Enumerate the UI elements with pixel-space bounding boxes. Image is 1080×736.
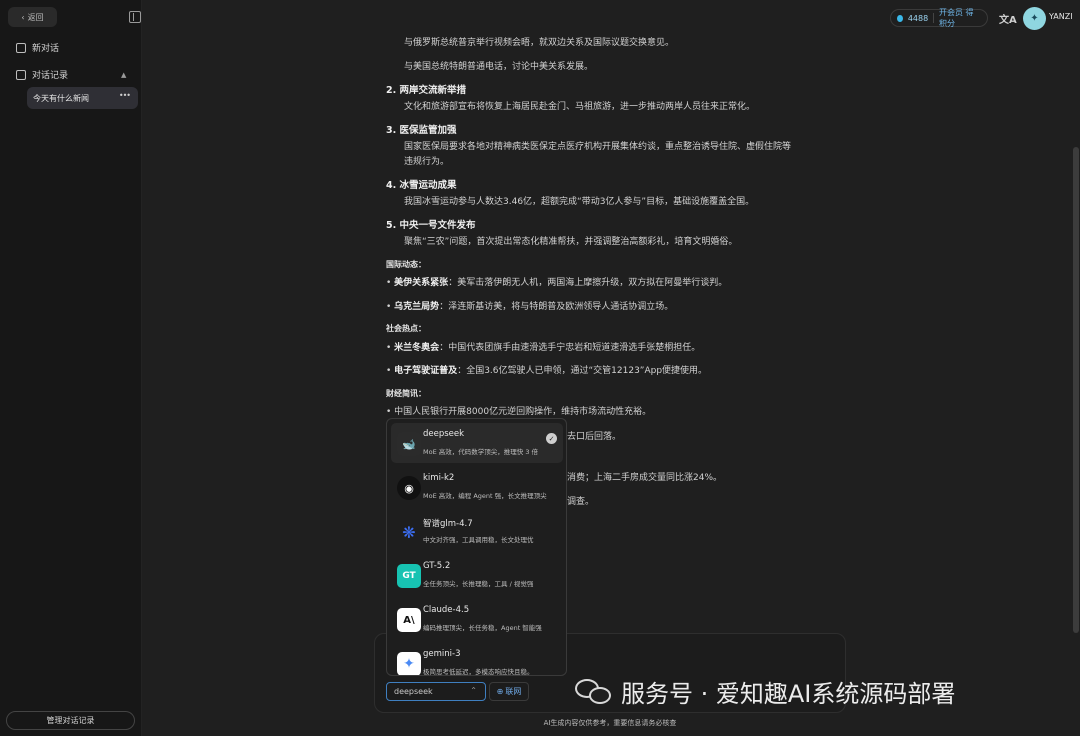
sidebar-toggle-icon[interactable] bbox=[129, 11, 141, 23]
model-select-value: deepseek bbox=[394, 687, 433, 696]
list-item-bold: 米兰冬奥会 bbox=[394, 343, 440, 353]
zhipu-icon: ❋ bbox=[402, 522, 416, 542]
list-item-text: ：美军击落伊朗无人机，两国海上摩擦升级，双方拟在阿曼举行谈判。 bbox=[448, 278, 728, 288]
model-desc: 中文对齐强，工具调用稳，长文处理优 bbox=[423, 536, 534, 544]
subsection-title: 财经简讯： bbox=[386, 389, 426, 398]
subsection-title: 社会热点： bbox=[386, 324, 426, 333]
gt-icon: GT bbox=[397, 564, 421, 588]
divider bbox=[933, 13, 934, 23]
watermark-text: 服务号 · 爱知趣AI系统源码部署 bbox=[621, 680, 956, 708]
web-search-label: 联网 bbox=[505, 687, 522, 696]
avatar[interactable]: ✦ bbox=[1023, 7, 1046, 30]
model-name: deepseek bbox=[423, 429, 465, 439]
list-item-text: ：全国3.6亿驾驶人已申领，通过“交管12123”App便捷使用。 bbox=[457, 366, 708, 376]
globe-icon: ⊕ bbox=[496, 687, 504, 696]
check-icon: ✓ bbox=[546, 433, 557, 444]
back-button[interactable]: ‹ 返回 bbox=[8, 7, 57, 27]
list-item-text: 中国人民银行开展8000亿元逆回购操作，维持市场流动性充裕。 bbox=[394, 407, 652, 417]
disclaimer: AI生成内容仅供参考，重要信息请务必核查 bbox=[543, 719, 677, 727]
history-item-label: 今天有什么新闻 bbox=[33, 93, 89, 103]
credits-count: 4488 bbox=[907, 13, 929, 23]
credits-badge[interactable]: 4488 开会员 得积分 bbox=[890, 7, 988, 29]
wechat-icon bbox=[575, 677, 615, 707]
document-icon bbox=[16, 69, 26, 80]
sidebar: ‹ 返回 新对话 对话记录 ▲ 今天有什么新闻 ••• 管理对话记录 bbox=[0, 0, 142, 736]
partial-text: 调查。 bbox=[567, 497, 595, 507]
gemini-icon: ✦ bbox=[397, 652, 421, 675]
list-item: • 乌克兰局势：泽连斯基访美，将与特朗普及欧洲领导人通话协调立场。 bbox=[386, 302, 674, 312]
paragraph: 国家医保局要求各地对精神病类医保定点医疗机构开展集体约谈，重点整治诱导住院、虚假… bbox=[404, 142, 792, 152]
paragraph: 聚焦“三农”问题，首次提出常态化精准帮扶，并强调整治高额彩礼，培育文明婚俗。 bbox=[404, 237, 738, 247]
model-desc: MoE 高效，编程 Agent 强，长文推理顶尖 bbox=[423, 492, 547, 500]
list-item: • 米兰冬奥会：中国代表团旗手由速滑选手宁忠岩和短道速滑选手张楚桐担任。 bbox=[386, 343, 701, 353]
section-heading: 2. 两岸交流新举措 bbox=[386, 85, 467, 96]
list-item-text: ：泽连斯基访美，将与特朗普及欧洲领导人通话协调立场。 bbox=[439, 302, 674, 312]
model-desc: MoE 高效，代码数学顶尖，推理快 3 倍 bbox=[423, 448, 539, 456]
member-link[interactable]: 开会员 得积分 bbox=[939, 7, 981, 29]
list-item-bold: 美伊关系紧张 bbox=[394, 278, 449, 288]
anthropic-icon: A\ bbox=[397, 608, 421, 632]
section-heading: 5. 中央一号文件发布 bbox=[386, 220, 476, 231]
new-chat-button[interactable]: 新对话 bbox=[16, 41, 59, 54]
model-option-gemini[interactable]: ✦ gemini-3 极简思考低延迟，多模态响应快且稳。 bbox=[391, 643, 563, 676]
chevron-up-icon[interactable]: ▲ bbox=[121, 71, 126, 79]
model-desc: 编码推理顶尖，长任务稳，Agent 智能强 bbox=[423, 624, 542, 632]
model-desc: 极简思考低延迟，多模态响应快且稳。 bbox=[423, 668, 534, 676]
model-name: Claude-4.5 bbox=[423, 605, 470, 615]
chevron-left-icon: ‹ bbox=[21, 12, 25, 22]
subsection-title: 国际动态： bbox=[386, 260, 426, 269]
model-dropdown-menu: 🐋 deepseek MoE 高效，代码数学顶尖，推理快 3 倍 ✓ ◉ kim… bbox=[386, 418, 567, 676]
model-select[interactable]: deepseek ⌃ bbox=[386, 682, 486, 701]
kimi-icon: ◉ bbox=[397, 476, 421, 500]
chevron-up-icon: ⌃ bbox=[470, 686, 477, 695]
history-toggle[interactable]: 对话记录 bbox=[16, 68, 68, 81]
model-name: 智谱glm-4.7 bbox=[423, 519, 473, 529]
paragraph: 我国冰雪运动参与人数达3.46亿，超额完成“带动3亿人参与”目标，基础设施覆盖全… bbox=[404, 197, 755, 207]
partial-text: 消费；上海二手房成交量同比涨24%。 bbox=[567, 473, 723, 483]
model-name: kimi-k2 bbox=[423, 473, 455, 483]
list-item-bold: 乌克兰局势 bbox=[394, 302, 440, 312]
new-chat-label: 新对话 bbox=[32, 44, 60, 54]
history-label: 对话记录 bbox=[32, 71, 69, 81]
model-option-deepseek[interactable]: 🐋 deepseek MoE 高效，代码数学顶尖，推理快 3 倍 ✓ bbox=[391, 423, 563, 463]
model-name: GT-5.2 bbox=[423, 561, 451, 571]
list-item: • 中国人民银行开展8000亿元逆回购操作，维持市场流动性充裕。 bbox=[386, 407, 652, 417]
history-item[interactable]: 今天有什么新闻 ••• bbox=[27, 87, 138, 109]
section-heading: 4. 冰雪运动成果 bbox=[386, 180, 457, 191]
model-desc: 全任务顶尖，长推理稳，工具 / 视觉强 bbox=[423, 580, 534, 588]
list-item-text: ：中国代表团旗手由速滑选手宁忠岩和短道速滑选手张楚桐担任。 bbox=[439, 343, 701, 353]
scrollbar[interactable] bbox=[1073, 147, 1079, 633]
list-item-bold: 电子驾驶证普及 bbox=[394, 366, 458, 376]
model-option-claude[interactable]: A\ Claude-4.5 编码推理顶尖，长任务稳，Agent 智能强 bbox=[391, 599, 563, 639]
paragraph: 文化和旅游部宣布将恢复上海居民赴金门、马祖旅游，进一步推动两岸人员往来正常化。 bbox=[404, 102, 756, 112]
partial-text: 去口后回落。 bbox=[567, 432, 622, 442]
model-option-glm[interactable]: ❋ 智谱glm-4.7 中文对齐强，工具调用稳，长文处理优 bbox=[391, 511, 563, 551]
model-name: gemini-3 bbox=[423, 649, 461, 659]
model-option-gt[interactable]: GT GT-5.2 全任务顶尖，长推理稳，工具 / 视觉强 bbox=[391, 555, 563, 595]
paragraph: 与美国总统特朗普通电话，讨论中美关系发展。 bbox=[404, 62, 594, 72]
edit-icon bbox=[16, 42, 26, 53]
paragraph: 与俄罗斯总统普京举行视频会晤，就双边关系及国际议题交换意见。 bbox=[404, 38, 675, 48]
model-option-kimi[interactable]: ◉ kimi-k2 MoE 高效，编程 Agent 强，长文推理顶尖 bbox=[391, 467, 563, 507]
more-icon[interactable]: ••• bbox=[119, 91, 131, 100]
watermark: 服务号 · 爱知趣AI系统源码部署 bbox=[575, 674, 955, 709]
list-item: • 电子驾驶证普及：全国3.6亿驾驶人已申领，通过“交管12123”App便捷使… bbox=[386, 366, 708, 376]
paragraph: 违规行为。 bbox=[404, 157, 450, 167]
translate-icon[interactable]: 文A bbox=[999, 11, 1017, 26]
coin-icon bbox=[897, 14, 903, 22]
username[interactable]: YANZI bbox=[1049, 12, 1073, 21]
section-heading: 3. 医保监管加强 bbox=[386, 125, 457, 136]
whale-icon: 🐋 bbox=[397, 432, 421, 456]
web-search-button[interactable]: ⊕ 联网 bbox=[489, 682, 529, 701]
list-item: • 美伊关系紧张：美军击落伊朗无人机，两国海上摩擦升级，双方拟在阿曼举行谈判。 bbox=[386, 278, 728, 288]
back-label: 返回 bbox=[27, 12, 44, 22]
